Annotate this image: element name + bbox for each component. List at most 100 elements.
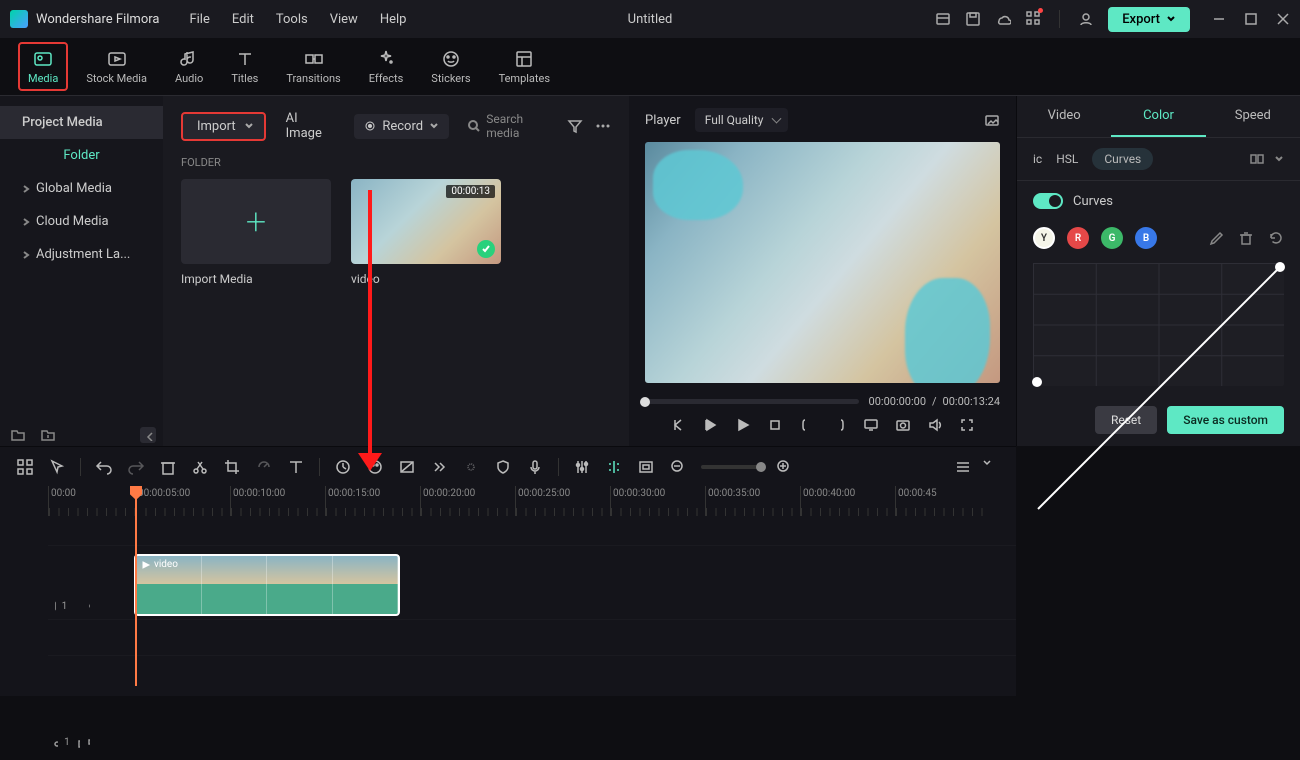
camera-icon[interactable] <box>894 416 912 434</box>
preview-progress[interactable] <box>645 399 859 404</box>
import-button[interactable]: Import <box>181 112 266 141</box>
channel-red[interactable]: R <box>1067 227 1089 249</box>
zoom-in-icon[interactable] <box>775 458 793 476</box>
tab-speed[interactable]: Speed <box>1206 96 1300 137</box>
mask-icon[interactable] <box>398 458 416 476</box>
minimize-icon[interactable] <box>1212 12 1226 26</box>
audio-track[interactable]: 1 <box>48 620 1016 656</box>
curves-toggle[interactable] <box>1033 193 1063 209</box>
channel-green[interactable]: G <box>1101 227 1123 249</box>
menu-file[interactable]: File <box>189 12 209 27</box>
delete-icon[interactable] <box>1238 230 1254 246</box>
channel-luma[interactable]: Y <box>1033 227 1055 249</box>
lock-icon[interactable] <box>73 599 75 613</box>
tab-templates[interactable]: Templates <box>489 42 560 91</box>
sidebar-project-media[interactable]: Project Media <box>0 106 163 139</box>
play-icon[interactable] <box>734 416 752 434</box>
video-clip[interactable]: video <box>134 554 400 616</box>
crop-icon[interactable] <box>223 458 241 476</box>
volume-icon[interactable] <box>926 416 944 434</box>
play-start-icon[interactable] <box>702 416 720 434</box>
more-tools-icon[interactable] <box>430 458 448 476</box>
new-folder-icon[interactable] <box>10 427 26 443</box>
new-bin-icon[interactable] <box>40 427 56 443</box>
tab-video[interactable]: Video <box>1017 96 1111 137</box>
preview-video[interactable] <box>645 142 1000 383</box>
import-media-thumb[interactable]: + Import Media <box>181 179 331 286</box>
account-icon[interactable] <box>1078 11 1094 27</box>
frame-icon[interactable] <box>637 458 655 476</box>
video-clip-thumb[interactable]: 00:00:13 video <box>351 179 501 286</box>
mark-out-icon[interactable] <box>830 416 848 434</box>
markers-icon[interactable] <box>605 458 623 476</box>
sidebar-folder[interactable]: Folder <box>0 139 163 172</box>
mixer-icon[interactable] <box>573 458 591 476</box>
curve-point-low[interactable] <box>1032 377 1042 387</box>
mic-icon[interactable] <box>526 458 544 476</box>
visible-icon[interactable] <box>88 599 90 613</box>
stop-icon[interactable] <box>766 416 784 434</box>
apps-icon[interactable] <box>1025 10 1041 29</box>
tab-effects[interactable]: Effects <box>359 42 414 91</box>
view-options-icon[interactable] <box>954 458 972 476</box>
fullscreen-icon[interactable] <box>958 416 976 434</box>
tab-titles[interactable]: Titles <box>221 42 268 91</box>
cloud-icon[interactable] <box>995 11 1011 27</box>
menu-edit[interactable]: Edit <box>232 12 254 27</box>
mark-in-icon[interactable] <box>798 416 816 434</box>
more-icon[interactable] <box>595 118 611 134</box>
filter-icon[interactable] <box>567 118 583 134</box>
reset-curve-icon[interactable] <box>1268 230 1284 246</box>
quality-dropdown[interactable]: Full Quality <box>695 108 788 132</box>
video-track-icon[interactable] <box>54 599 56 613</box>
curve-editor[interactable] <box>1033 263 1284 386</box>
sidebar-cloud-media[interactable]: Cloud Media <box>0 205 163 238</box>
playhead[interactable] <box>135 486 137 686</box>
tab-transitions[interactable]: Transitions <box>276 42 350 91</box>
tab-media[interactable]: Media <box>18 42 68 91</box>
mute-icon[interactable] <box>86 735 90 749</box>
lock-icon[interactable] <box>76 735 80 749</box>
shield-icon[interactable] <box>494 458 512 476</box>
compare-icon[interactable] <box>1250 152 1264 166</box>
text-icon[interactable] <box>287 458 305 476</box>
keyframe-icon[interactable] <box>334 458 352 476</box>
tab-stickers[interactable]: Stickers <box>421 42 480 91</box>
record-button[interactable]: Record <box>354 114 449 139</box>
layout-icon[interactable] <box>935 11 951 27</box>
tab-color[interactable]: Color <box>1111 96 1205 137</box>
sidebar-adjustment-layer[interactable]: Adjustment La... <box>0 238 163 271</box>
tab-stock-media[interactable]: Stock Media <box>76 42 157 91</box>
channel-blue[interactable]: B <box>1135 227 1157 249</box>
close-icon[interactable] <box>1276 12 1290 26</box>
display-icon[interactable] <box>862 416 880 434</box>
ai-image-button[interactable]: AI Image <box>278 106 343 146</box>
snapshot-icon[interactable] <box>984 112 1000 128</box>
menu-view[interactable]: View <box>330 12 358 27</box>
delete-clip-icon[interactable] <box>159 458 177 476</box>
subtab-ic[interactable]: ic <box>1033 152 1042 166</box>
chevron-down-icon[interactable] <box>982 458 1000 476</box>
curve-point-high[interactable] <box>1275 262 1285 272</box>
menu-help[interactable]: Help <box>380 12 407 27</box>
undo-icon[interactable] <box>95 458 113 476</box>
speed-icon[interactable] <box>255 458 273 476</box>
chevron-down-icon[interactable] <box>1274 154 1284 164</box>
maximize-icon[interactable] <box>1244 12 1258 26</box>
video-track[interactable]: 1 video <box>48 546 1016 620</box>
redo-icon[interactable] <box>127 458 145 476</box>
search-input[interactable]: Search media <box>467 112 555 140</box>
export-button[interactable]: Export <box>1108 7 1190 32</box>
eyedropper-icon[interactable] <box>1208 230 1224 246</box>
timeline-tracks[interactable]: 1 video 1 <box>0 516 1016 696</box>
subtab-curves[interactable]: Curves <box>1092 148 1153 170</box>
selection-tool-icon[interactable] <box>48 458 66 476</box>
audio-track-icon[interactable] <box>54 735 58 749</box>
menu-tools[interactable]: Tools <box>276 12 308 27</box>
sidebar-global-media[interactable]: Global Media <box>0 172 163 205</box>
mute-icon[interactable] <box>81 599 83 613</box>
zoom-out-icon[interactable] <box>669 458 687 476</box>
prev-frame-icon[interactable] <box>670 416 688 434</box>
zoom-slider[interactable] <box>701 465 761 469</box>
grid-icon[interactable] <box>16 458 34 476</box>
